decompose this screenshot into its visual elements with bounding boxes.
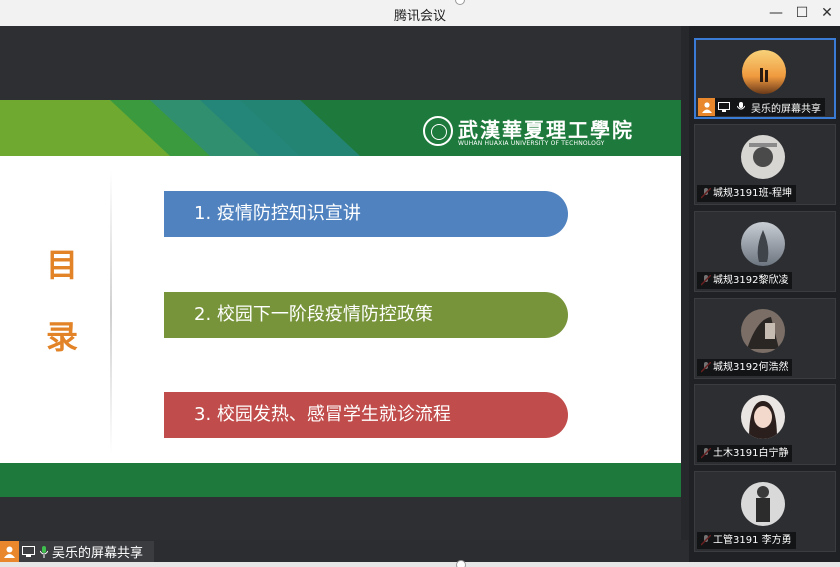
university-name-en: WUHAN HUAXIA UNIVERSITY OF TECHNOLOGY: [458, 140, 605, 147]
presentation-slide: 武漢華夏理工學院 WUHAN HUAXIA UNIVERSITY OF TECH…: [0, 100, 681, 497]
avatar: [741, 395, 785, 439]
screen-share-icon: [715, 98, 732, 116]
participant-status: 吴乐的屏幕共享: [698, 98, 825, 116]
agenda-item-2: 2. 校园下一阶段疫情防控政策: [164, 292, 568, 338]
slide-divider: [110, 170, 112, 455]
bottom-drag-handle[interactable]: [456, 560, 466, 567]
university-name-cn: 武漢華夏理工學院: [458, 118, 634, 142]
close-icon[interactable]: ✕: [815, 2, 839, 24]
participant-name: 吴乐的屏幕共享: [751, 103, 821, 115]
university-seal-icon: [423, 116, 453, 146]
avatar: [741, 482, 785, 526]
participant-name: 城规3192何浩然: [697, 359, 793, 376]
minimize-icon[interactable]: —: [764, 2, 788, 24]
toc-char-1: 目: [46, 246, 79, 284]
mic-icon: [38, 541, 50, 562]
participant-name: 土木3191白宁静: [697, 445, 793, 462]
user-icon: [698, 98, 715, 116]
bottom-bar: [0, 560, 840, 567]
title-bar: 腾讯会议 — ☐ ✕: [0, 0, 840, 26]
agenda-item-1: 1. 疫情防控知识宣讲: [164, 191, 568, 237]
avatar: [741, 309, 785, 353]
participant-tile[interactable]: 城规3191班-程坤: [694, 124, 836, 205]
screen-share-icon: [19, 541, 38, 562]
slide-header-banner: 武漢華夏理工學院 WUHAN HUAXIA UNIVERSITY OF TECH…: [0, 100, 681, 156]
participant-tile[interactable]: 城规3192何浩然: [694, 298, 836, 379]
avatar: [741, 222, 785, 266]
toc-char-2: 录: [46, 318, 79, 356]
slide-footer-band: [0, 463, 681, 497]
participants-panel: 吴乐的屏幕共享 城规3191班-程坤 城规3192黎欣凌 城规3192何浩然 土…: [689, 26, 840, 562]
maximize-icon[interactable]: ☐: [790, 2, 814, 24]
shared-screen-stage: 武漢華夏理工學院 WUHAN HUAXIA UNIVERSITY OF TECH…: [0, 26, 689, 540]
participant-name: 工管3191 李方勇: [697, 532, 796, 549]
presenter-label: 吴乐的屏幕共享: [0, 541, 154, 562]
agenda-item-3: 3. 校园发热、感冒学生就诊流程: [164, 392, 568, 438]
mic-icon: [732, 98, 749, 116]
participant-tile[interactable]: 工管3191 李方勇: [694, 471, 836, 552]
participant-name: 城规3192黎欣凌: [697, 272, 793, 289]
avatar: [741, 135, 785, 179]
participant-tile[interactable]: 土木3191白宁静: [694, 384, 836, 465]
participant-name: 城规3191班-程坤: [697, 185, 797, 202]
window-title: 腾讯会议: [393, 9, 446, 24]
presenter-name: 吴乐的屏幕共享: [52, 546, 144, 561]
avatar: [742, 50, 786, 94]
participant-tile[interactable]: 吴乐的屏幕共享: [694, 38, 836, 119]
user-icon: [0, 541, 19, 562]
participant-tile[interactable]: 城规3192黎欣凌: [694, 211, 836, 292]
